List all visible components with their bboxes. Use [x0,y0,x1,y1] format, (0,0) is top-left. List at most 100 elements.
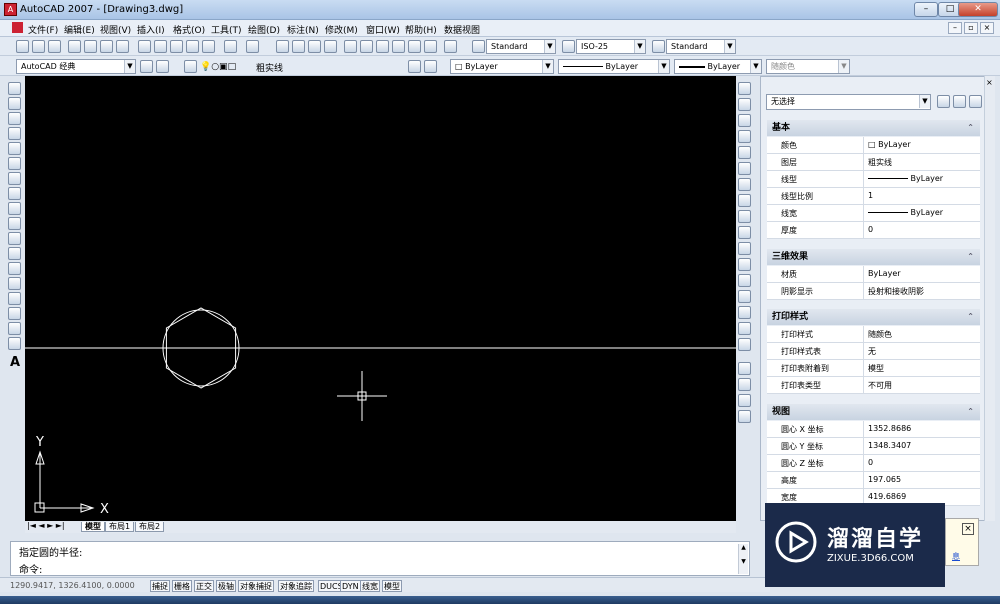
cut-icon[interactable] [138,40,151,53]
spline-icon[interactable] [8,202,21,215]
color-select[interactable]: □ ByLayer ▼ [450,59,554,74]
arc-icon[interactable] [8,157,21,170]
text-style-icon[interactable] [472,40,485,53]
command-scrollbar[interactable]: ▲ ▼ [738,544,748,574]
menu-modify[interactable]: 修改(M) [325,23,358,36]
tab-layout1[interactable]: 布局1 [105,522,135,532]
construction-line-icon[interactable] [8,97,21,110]
dim-style-select[interactable]: ISO-25 ▼ [576,39,646,54]
zoom-window-icon[interactable] [308,40,321,53]
polyline-icon[interactable] [8,112,21,125]
grid-toggle[interactable]: 栅格 [172,580,192,592]
plotstyle-select[interactable]: 随颜色 ▼ [766,59,850,74]
circle-icon[interactable] [8,172,21,185]
zoom-realtime-icon[interactable] [292,40,305,53]
draw-order-above-icon[interactable] [738,394,751,407]
design-center-icon[interactable] [360,40,373,53]
prop-row-layer[interactable]: 图层 粗实线 [767,154,980,171]
open-icon[interactable] [32,40,45,53]
mdi-restore-button[interactable]: ▫ [964,22,978,34]
offset-icon[interactable] [738,130,751,143]
prop-row-center-z[interactable]: 圆心 Z 坐标 0 [767,455,980,472]
ortho-toggle[interactable]: 正交 [194,580,214,592]
balloon-close-icon[interactable]: × [962,523,974,535]
undo-icon[interactable] [224,40,237,53]
section-view[interactable]: 视图 ⌃ [767,404,980,420]
markup-icon[interactable] [408,40,421,53]
menu-edit[interactable]: 编辑(E) [64,23,95,36]
lineweight-select[interactable]: ByLayer ▼ [674,59,762,74]
explode-icon[interactable] [738,338,751,351]
extend-icon[interactable] [738,242,751,255]
menu-window[interactable]: 窗口(W) [366,23,400,36]
hatch-icon[interactable] [8,292,21,305]
rotate-icon[interactable] [738,178,751,191]
prop-row-color[interactable]: 颜色 □ ByLayer [767,137,980,154]
trim-icon[interactable] [738,226,751,239]
block-editor-icon[interactable] [202,40,215,53]
layer-manager-icon[interactable] [184,60,197,73]
plot-icon[interactable] [68,40,81,53]
help-icon[interactable] [444,40,457,53]
command-prompt-line[interactable]: 命令: [19,561,42,576]
table-style-icon[interactable] [652,40,665,53]
paste-icon[interactable] [170,40,183,53]
quickcalc-icon[interactable] [424,40,437,53]
prop-row-shadow[interactable]: 阴影显示 投射和接收阴影 [767,283,980,300]
properties-icon[interactable] [344,40,357,53]
text-style-select[interactable]: Standard ▼ [486,39,556,54]
publish-icon[interactable] [100,40,113,53]
tab-layout2[interactable]: 布局2 [135,522,165,532]
layer-current-name[interactable]: 粗实线 [256,61,283,74]
draw-order-under-icon[interactable] [738,410,751,423]
ellipse-arc-icon[interactable] [8,232,21,245]
fillet-icon[interactable] [738,322,751,335]
notification-balloon[interactable]: × 息 [945,518,979,566]
mdi-minimize-button[interactable]: – [948,22,962,34]
menu-dimension[interactable]: 标注(N) [287,23,319,36]
quick-select-icon[interactable] [969,95,982,108]
selection-select[interactable]: 无选择 ▼ [766,94,931,110]
table-icon[interactable] [8,337,21,350]
menu-view[interactable]: 视图(V) [100,23,131,36]
new-icon[interactable] [16,40,29,53]
menu-tools[interactable]: 工具(T) [211,23,242,36]
menu-draw[interactable]: 绘图(D) [248,23,280,36]
redo-icon[interactable] [246,40,259,53]
minimize-button[interactable]: – [914,2,938,17]
erase-icon[interactable] [738,82,751,95]
join-icon[interactable] [738,290,751,303]
command-window[interactable]: 指定圆的半径: 命令: ▲ ▼ [10,541,750,576]
copy-icon[interactable] [154,40,167,53]
ellipse-icon[interactable] [8,217,21,230]
prop-row-plot-table-type[interactable]: 打印表类型 不可用 [767,377,980,394]
dim-style-icon[interactable] [562,40,575,53]
close-button[interactable]: ✕ [958,2,998,17]
point-icon[interactable] [8,277,21,290]
doc-icon[interactable] [12,22,23,33]
prop-row-center-x[interactable]: 圆心 X 坐标 1352.8686 [767,421,980,438]
save-icon[interactable] [48,40,61,53]
line-icon[interactable] [8,82,21,95]
toggle-pickadd-icon[interactable] [937,95,950,108]
multiline-text-icon[interactable]: A [10,355,20,370]
prop-row-center-y[interactable]: 圆心 Y 坐标 1348.3407 [767,438,980,455]
drawing-canvas[interactable]: Y X [25,76,736,521]
make-layer-current-icon[interactable] [408,60,421,73]
scale-icon[interactable] [738,194,751,207]
gradient-icon[interactable] [8,307,21,320]
polygon-icon[interactable] [8,127,21,140]
zoom-previous-icon[interactable] [324,40,337,53]
mdi-close-button[interactable]: × [980,22,994,34]
region-icon[interactable] [8,322,21,335]
autocad-app-icon[interactable]: A [4,3,17,16]
break-icon[interactable] [738,274,751,287]
match-properties-icon[interactable] [186,40,199,53]
prop-row-ltscale[interactable]: 线型比例 1 [767,188,980,205]
menu-help[interactable]: 帮助(H) [405,23,437,36]
prop-row-linetype[interactable]: 线型 ByLayer [767,171,980,188]
pan-icon[interactable] [276,40,289,53]
workspace-select[interactable]: AutoCAD 经典 ▼ [16,59,136,74]
balloon-link[interactable]: 息 [952,551,960,562]
section-3d-effects[interactable]: 三维效果 ⌃ [767,249,980,265]
